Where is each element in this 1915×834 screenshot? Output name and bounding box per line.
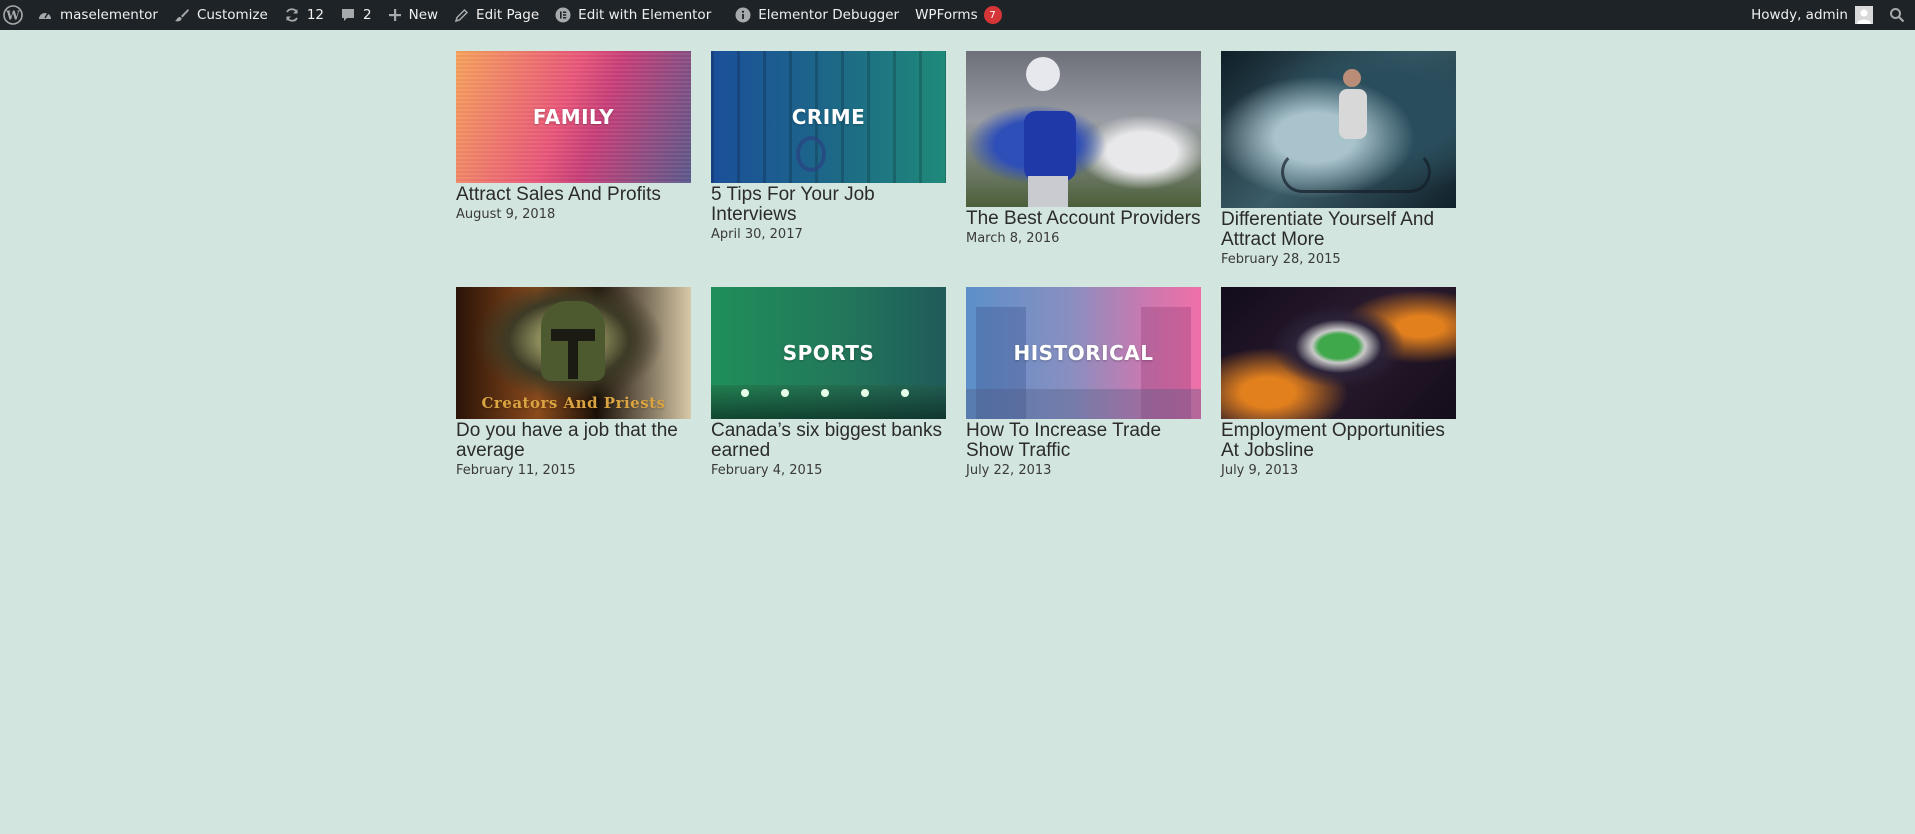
howdy-label: Howdy, admin bbox=[1751, 7, 1848, 23]
dashboard-icon bbox=[37, 7, 53, 23]
comments-count: 2 bbox=[363, 7, 372, 23]
post-title-link[interactable]: 5 Tips For Your Job Interviews bbox=[711, 185, 946, 225]
thumbnail-category-label: HISTORICAL bbox=[1013, 341, 1154, 365]
svg-text:W: W bbox=[5, 9, 20, 23]
post-thumbnail[interactable]: HISTORICAL bbox=[966, 287, 1201, 419]
thumbnail-category-label: SPORTS bbox=[782, 341, 875, 365]
wordpress-icon: W bbox=[3, 5, 23, 25]
paintbrush-icon bbox=[174, 7, 190, 23]
post-thumbnail[interactable]: SPORTS bbox=[711, 287, 946, 419]
post-title-link[interactable]: Attract Sales And Profits bbox=[456, 185, 691, 205]
post-date: February 4, 2015 bbox=[711, 463, 823, 478]
post-card: SPORTS Canada’s six biggest banks earned… bbox=[711, 287, 946, 478]
edit-with-elementor-link[interactable]: Edit with Elementor bbox=[547, 0, 719, 30]
info-icon bbox=[735, 7, 751, 23]
my-account-menu[interactable]: Howdy, admin bbox=[1743, 0, 1881, 30]
search-toggle[interactable] bbox=[1881, 0, 1915, 30]
post-date: February 11, 2015 bbox=[456, 463, 576, 478]
post-date: July 9, 2013 bbox=[1221, 463, 1299, 478]
post-card: HISTORICAL How To Increase Trade Show Tr… bbox=[966, 287, 1201, 478]
post-title-link[interactable]: The Best Account Providers bbox=[966, 209, 1201, 229]
comment-icon bbox=[340, 7, 356, 23]
pencil-icon bbox=[454, 8, 469, 23]
post-card: Employment Opportunities At Jobsline Jul… bbox=[1221, 287, 1456, 478]
wpforms-menu[interactable]: WPForms 7 bbox=[907, 0, 1010, 30]
thumbnail-caption: Creators And Priests bbox=[481, 394, 666, 412]
post-title-link[interactable]: Differentiate Yourself And Attract More bbox=[1221, 210, 1456, 250]
post-date: February 28, 2015 bbox=[1221, 252, 1341, 267]
post-title-link[interactable]: Employment Opportunities At Jobsline bbox=[1221, 421, 1456, 461]
post-card: Creators And Priests Do you have a job t… bbox=[456, 287, 691, 478]
wordpress-logo-menu[interactable]: W bbox=[0, 0, 29, 30]
new-label: New bbox=[408, 7, 439, 23]
post-thumbnail[interactable] bbox=[966, 51, 1201, 207]
edit-page-label: Edit Page bbox=[476, 7, 540, 23]
customize-label: Customize bbox=[196, 7, 268, 23]
post-date: July 22, 2013 bbox=[966, 463, 1052, 478]
post-card: The Best Account Providers March 8, 2016 bbox=[966, 51, 1201, 246]
avatar bbox=[1855, 6, 1873, 24]
elementor-debugger-link[interactable]: Elementor Debugger bbox=[727, 0, 907, 30]
site-name-label: maselementor bbox=[60, 7, 158, 23]
plus-icon bbox=[388, 8, 402, 22]
search-icon bbox=[1889, 7, 1905, 23]
post-thumbnail[interactable] bbox=[1221, 287, 1456, 419]
updates-link[interactable]: 12 bbox=[276, 0, 332, 30]
updates-count: 12 bbox=[306, 7, 324, 23]
site-name-menu[interactable]: maselementor bbox=[29, 0, 166, 30]
updates-icon bbox=[284, 7, 300, 23]
edit-with-elementor-label: Edit with Elementor bbox=[578, 7, 712, 23]
comments-link[interactable]: 2 bbox=[332, 0, 380, 30]
thumbnail-category-label: CRIME bbox=[791, 105, 866, 129]
post-card: FAMILY Attract Sales And Profits August … bbox=[456, 51, 691, 222]
post-title-link[interactable]: How To Increase Trade Show Traffic bbox=[966, 421, 1201, 461]
edit-page-link[interactable]: Edit Page bbox=[446, 0, 547, 30]
post-title-link[interactable]: Do you have a job that the average bbox=[456, 421, 691, 461]
post-card: Differentiate Yourself And Attract More … bbox=[1221, 51, 1456, 267]
wpforms-notification-badge: 7 bbox=[983, 6, 1002, 24]
new-content-menu[interactable]: New bbox=[380, 0, 446, 30]
post-date: August 9, 2018 bbox=[456, 207, 556, 222]
customize-link[interactable]: Customize bbox=[166, 0, 276, 30]
wpforms-label: WPForms bbox=[915, 7, 978, 23]
post-date: March 8, 2016 bbox=[966, 231, 1060, 246]
elementor-icon bbox=[555, 7, 571, 23]
post-date: April 30, 2017 bbox=[711, 227, 803, 242]
thumbnail-category-label: FAMILY bbox=[532, 105, 615, 129]
post-thumbnail[interactable]: Creators And Priests bbox=[456, 287, 691, 419]
admin-bar: W maselementor Customize 12 2 New Edit P… bbox=[0, 0, 1915, 30]
elementor-debugger-label: Elementor Debugger bbox=[758, 7, 900, 23]
post-card: CRIME 5 Tips For Your Job Interviews Apr… bbox=[711, 51, 946, 242]
post-thumbnail[interactable]: FAMILY bbox=[456, 51, 691, 183]
post-title-link[interactable]: Canada’s six biggest banks earned bbox=[711, 421, 946, 461]
post-thumbnail[interactable]: CRIME bbox=[711, 51, 946, 183]
post-thumbnail[interactable] bbox=[1221, 51, 1456, 208]
